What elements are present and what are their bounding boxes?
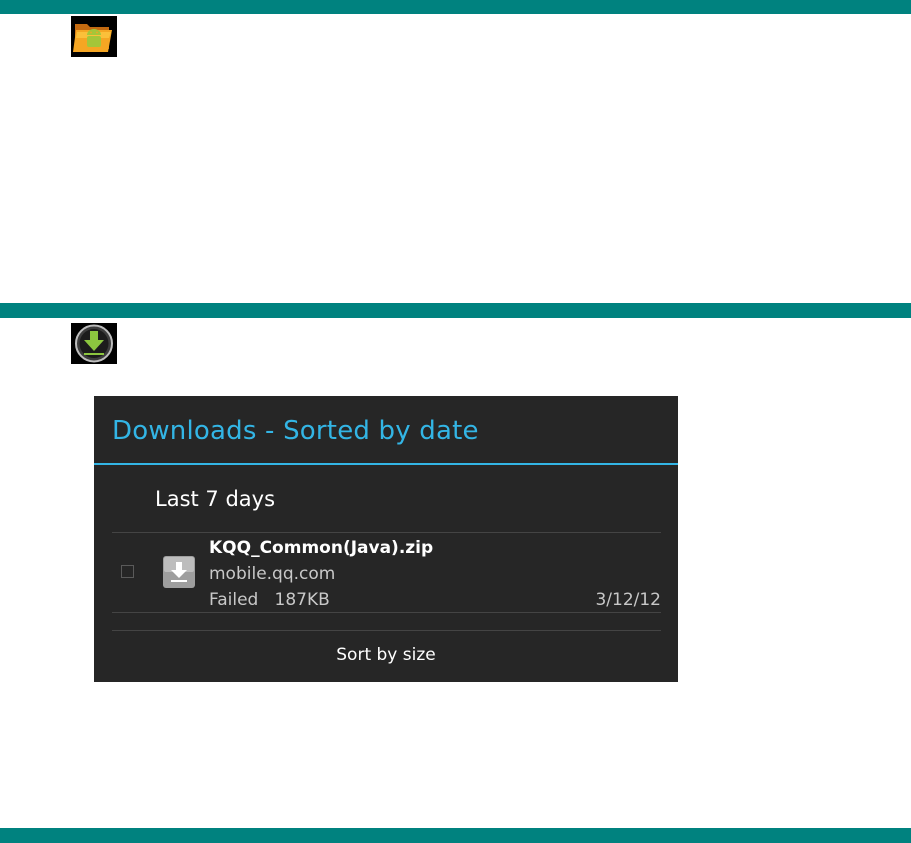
sort-by-size-button[interactable]: Sort by size bbox=[94, 631, 678, 682]
top-band bbox=[0, 0, 911, 14]
download-file-icon bbox=[163, 556, 195, 588]
section-header: Last 7 days bbox=[155, 487, 276, 511]
sort-button-label: Sort by size bbox=[336, 644, 436, 665]
bottom-band bbox=[0, 828, 911, 843]
file-status: Failed 187KB bbox=[209, 590, 330, 610]
file-host: mobile.qq.com bbox=[209, 564, 336, 584]
item-checkbox[interactable] bbox=[121, 565, 134, 578]
divider bbox=[112, 612, 661, 613]
dialog-title: Downloads - Sorted by date bbox=[112, 416, 479, 446]
downloads-dialog: Downloads - Sorted by date Last 7 days K… bbox=[94, 396, 678, 682]
title-divider bbox=[94, 463, 678, 465]
android-folder-icon bbox=[71, 16, 117, 57]
download-icon bbox=[71, 323, 117, 364]
middle-band bbox=[0, 303, 911, 318]
divider bbox=[112, 532, 661, 533]
file-name[interactable]: KQQ_Common(Java).zip bbox=[209, 538, 433, 558]
file-date: 3/12/12 bbox=[595, 590, 661, 610]
